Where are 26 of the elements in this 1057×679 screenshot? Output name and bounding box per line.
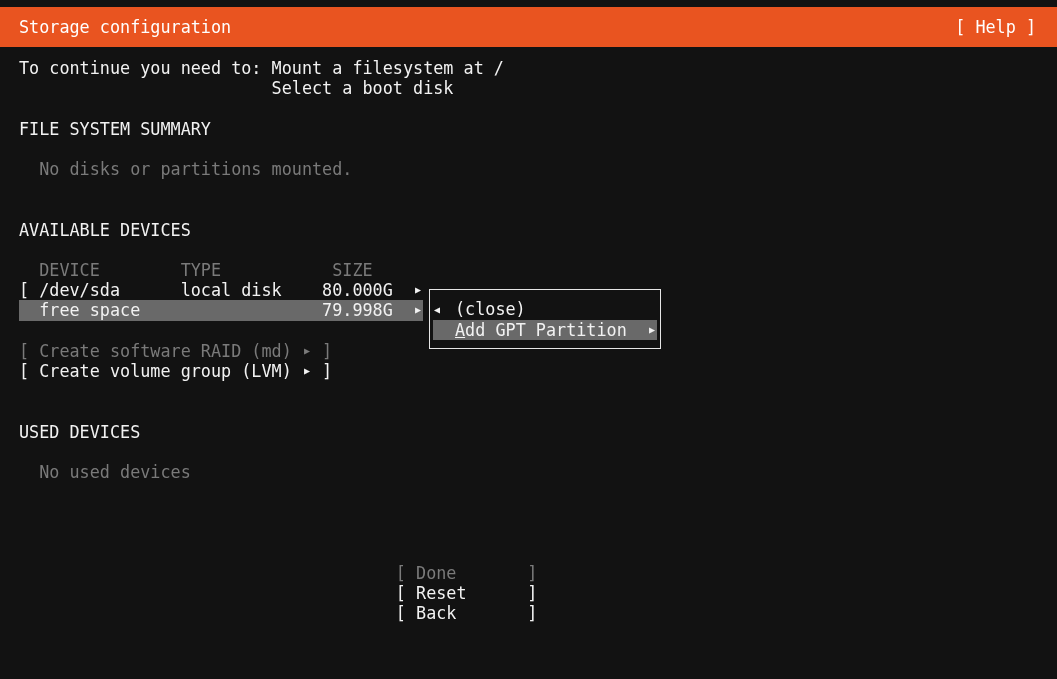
- menu-item[interactable]: ◀ (close): [433, 299, 657, 320]
- requirement-item: Mount a filesystem at /: [271, 58, 504, 79]
- screen-title: Storage configuration: [19, 16, 232, 38]
- triangle-left-icon: ◀: [434, 304, 441, 315]
- triangle-right-icon: ▶: [415, 285, 422, 296]
- menu-item[interactable]: Add GPT Partition ▶: [433, 319, 657, 340]
- section-heading: FILE SYSTEM SUMMARY: [19, 118, 211, 139]
- empty-message: No used devices: [39, 461, 191, 483]
- column-header: DEVICE: [39, 259, 100, 280]
- device-row[interactable]: free space 79.998G ▶: [19, 300, 424, 321]
- dialog-button[interactable]: [ Reset ]: [395, 583, 538, 604]
- section-heading: USED DEVICES: [19, 421, 141, 442]
- device-row[interactable]: [ /dev/sda local disk 80.000G ▶: [19, 280, 424, 301]
- requirement-item: Select a boot disk: [271, 78, 455, 99]
- triangle-right-icon: ▶: [648, 324, 655, 335]
- help-button[interactable]: [ Help ]: [955, 16, 1036, 38]
- empty-message: No disks or partitions mounted.: [39, 159, 353, 180]
- triangle-right-icon: ▶: [303, 366, 310, 377]
- column-header: SIZE: [332, 259, 373, 280]
- action-button[interactable]: [ Create volume group (LVM) ▶ ]: [19, 360, 333, 382]
- dialog-button[interactable]: [ Back ]: [395, 603, 538, 624]
- column-header: TYPE: [180, 259, 222, 280]
- requirements-label: To continue you need to:: [19, 58, 262, 80]
- section-heading: AVAILABLE DEVICES: [19, 219, 191, 240]
- triangle-right-icon: ▶: [303, 345, 310, 356]
- triangle-right-icon: ▶: [415, 305, 422, 316]
